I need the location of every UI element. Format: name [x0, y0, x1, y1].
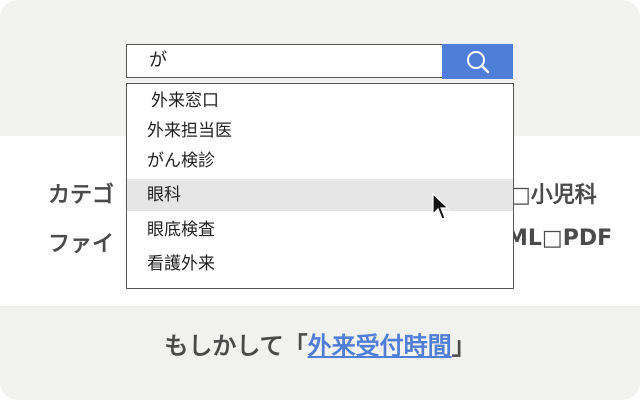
dropdown-item[interactable]: 外来担当医: [127, 115, 513, 147]
category-label: カテゴ: [48, 183, 115, 208]
dropdown-item[interactable]: 眼底検査: [127, 214, 513, 246]
search-input[interactable]: が: [126, 44, 442, 78]
dropdown-item-highlighted[interactable]: 眼科: [127, 179, 513, 211]
file-type-options[interactable]: ML□PDF: [506, 226, 612, 251]
dropdown-item[interactable]: 外来窓口: [127, 85, 513, 117]
did-you-mean-link[interactable]: 外来受付時間: [308, 332, 452, 360]
pediatrics-checkbox-label[interactable]: □小児科: [510, 177, 597, 209]
did-you-mean: もしかして「外来受付時間」: [0, 326, 640, 361]
dropdown-item[interactable]: 看護外来: [127, 248, 513, 280]
file-label: ファイ: [48, 232, 115, 257]
did-you-mean-suffix: 」: [451, 332, 476, 360]
search-button[interactable]: [442, 44, 513, 79]
autocomplete-dropdown: 外来窓口 外来担当医 がん検診 眼科 眼底検査 看護外来: [126, 83, 514, 289]
dropdown-item[interactable]: がん検診: [127, 145, 513, 177]
search-icon: [466, 50, 489, 73]
mouse-pointer-icon: [432, 193, 450, 220]
did-you-mean-prefix: もしかして「: [164, 332, 308, 360]
